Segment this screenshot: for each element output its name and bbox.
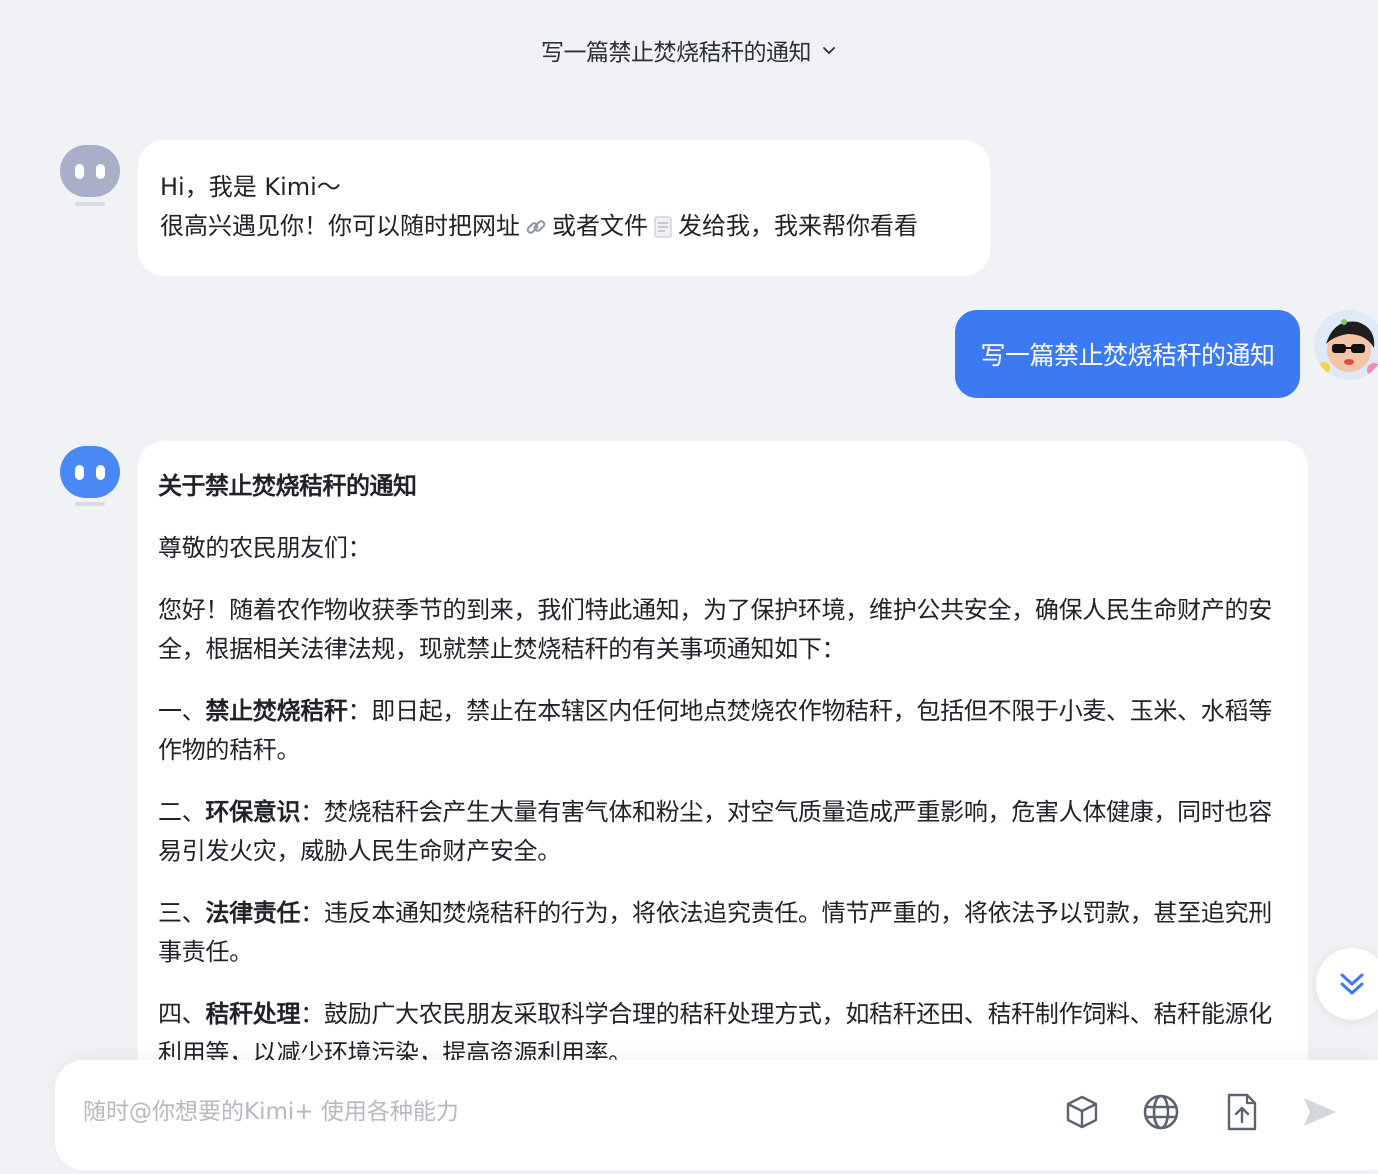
greeting-message: Hi，我是 Kimi～ 很高兴遇见你！你可以随时把网址 或者文件 发给我，我来帮… <box>138 140 990 276</box>
file-upload-icon <box>1227 1093 1257 1131</box>
kimi-avatar <box>60 145 120 197</box>
cube-icon <box>1066 1095 1098 1129</box>
double-chevron-down-icon <box>1340 973 1364 995</box>
conversation-title-dropdown[interactable]: 写一篇禁止焚烧秸秆的通知 <box>541 33 837 67</box>
upload-file-button[interactable] <box>1219 1090 1263 1134</box>
item-text: ：鼓励广大农民朋友采取科学合理的秸秆处理方式，如秸秆还田、秸秆制作饲料、秸秆能源… <box>158 1000 1272 1067</box>
notice-item: 一、禁止焚烧秸秆：即日起，禁止在本辖区内任何地点焚烧农作物秸秆，包括但不限于小麦… <box>158 692 1288 770</box>
greeting-text-c: 发给我，我来帮你看看 <box>678 212 918 240</box>
avatar-eye <box>96 464 105 480</box>
kimi-avatar-active <box>60 446 120 498</box>
avatar-shadow <box>75 202 105 206</box>
item-title: 法律责任 <box>205 899 301 927</box>
conversation-title: 写一篇禁止焚烧秸秆的通知 <box>541 40 812 66</box>
user-message: 写一篇禁止焚烧秸秆的通知 <box>955 310 1300 398</box>
greeting-text-b: 或者文件 <box>552 212 648 240</box>
item-text: ：违反本通知焚烧秸秆的行为，将依法追究责任。情节严重的，将依法予以罚款，甚至追究… <box>158 899 1272 966</box>
avatar-eye <box>75 464 84 480</box>
chat-input-bar <box>55 1060 1378 1170</box>
top-bar: 写一篇禁止焚烧秸秆的通知 <box>0 0 1378 100</box>
avatar-eye <box>96 163 105 179</box>
chevron-down-icon <box>823 47 835 54</box>
avatar-shadow <box>75 502 105 506</box>
globe-icon <box>1143 1094 1179 1130</box>
item-number: 四、 <box>158 1000 206 1028</box>
item-title: 环保意识 <box>205 798 301 826</box>
item-number: 二、 <box>158 798 206 826</box>
item-title: 秸秆处理 <box>205 1000 301 1028</box>
send-icon <box>1304 1098 1336 1126</box>
document-icon <box>654 216 672 238</box>
item-title: 禁止焚烧秸秆 <box>205 697 348 725</box>
cube-button[interactable] <box>1060 1090 1104 1134</box>
link-icon <box>526 220 546 234</box>
user-avatar-image <box>1314 310 1378 380</box>
greeting-line-1: Hi，我是 Kimi～ <box>160 173 341 201</box>
web-search-button[interactable] <box>1139 1090 1183 1134</box>
chat-input[interactable] <box>83 1090 1023 1134</box>
greeting-line-2: 很高兴遇见你！你可以随时把网址 或者文件 发给我，我来帮你看看 <box>160 207 968 246</box>
item-text: ：焚烧秸秆会产生大量有害气体和粉尘，对空气质量造成严重影响，危害人体健康，同时也… <box>158 798 1272 865</box>
notice-salutation: 尊敬的农民朋友们： <box>158 534 372 562</box>
notice-item: 三、法律责任：违反本通知焚烧秸秆的行为，将依法追究责任。情节严重的，将依法予以罚… <box>158 894 1288 972</box>
send-button[interactable] <box>1298 1090 1342 1134</box>
greeting-text-a: 很高兴遇见你！你可以随时把网址 <box>160 212 520 240</box>
item-number: 一、 <box>158 697 206 725</box>
reply-message: 关于禁止焚烧秸秆的通知 尊敬的农民朋友们： 您好！随着农作物收获季节的到来，我们… <box>138 441 1308 1081</box>
notice-item: 二、环保意识：焚烧秸秆会产生大量有害气体和粉尘，对空气质量造成严重影响，危害人体… <box>158 793 1288 871</box>
notice-heading: 关于禁止焚烧秸秆的通知 <box>158 472 417 500</box>
avatar-eye <box>75 163 84 179</box>
scroll-to-bottom-button[interactable] <box>1316 948 1378 1020</box>
item-number: 三、 <box>158 899 206 927</box>
user-avatar[interactable] <box>1314 310 1378 380</box>
notice-intro: 您好！随着农作物收获季节的到来，我们特此通知，为了保护环境，维护公共安全，确保人… <box>158 596 1272 663</box>
